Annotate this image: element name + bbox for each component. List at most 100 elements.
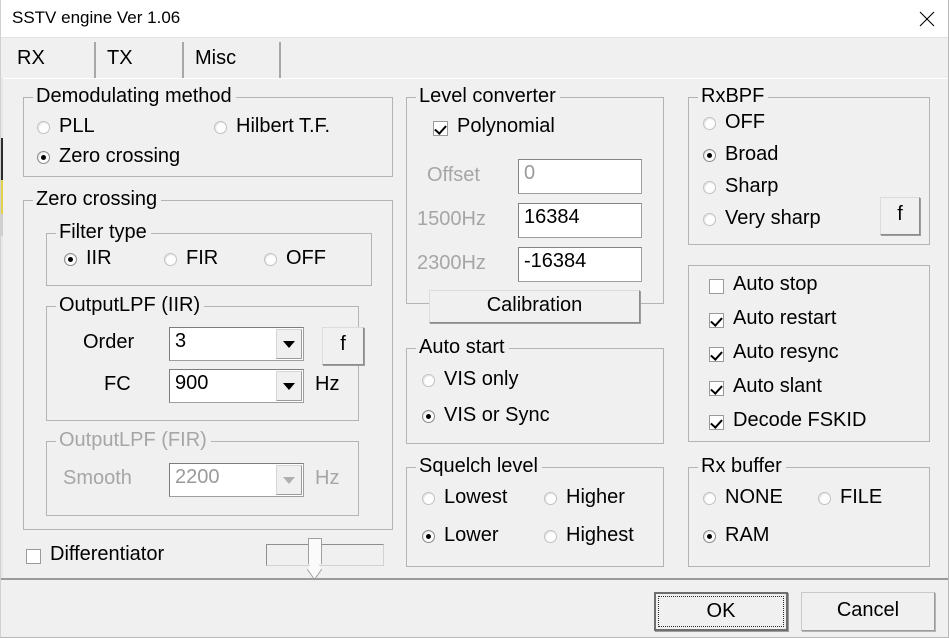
window-title: SSTV engine Ver 1.06 bbox=[12, 8, 181, 27]
checkbox-auto-resync-label: Auto resync bbox=[733, 341, 839, 363]
radio-rxbuffer-file-label: FILE bbox=[840, 486, 883, 508]
radio-squelch-lower-label: Lower bbox=[444, 524, 499, 546]
group-squelch-level-legend: Squelch level bbox=[416, 455, 542, 477]
close-icon-glyph bbox=[919, 11, 935, 27]
ok-button-focus-ring bbox=[658, 596, 784, 627]
label-order: Order bbox=[83, 331, 135, 353]
f-button-iir[interactable]: f bbox=[322, 327, 364, 365]
label-1500hz: 1500Hz bbox=[417, 208, 486, 230]
chevron-down-icon[interactable] bbox=[276, 371, 302, 401]
label-2300hz: 2300Hz bbox=[417, 252, 486, 274]
radio-pll-indicator bbox=[37, 121, 50, 134]
checkbox-decode-fskid-indicator bbox=[709, 415, 724, 430]
group-demodulating-method-legend: Demodulating method bbox=[33, 85, 236, 107]
group-rx-buffer: Rx buffer NONE FILE RAM bbox=[688, 455, 930, 567]
radio-squelch-lowest-label: Lowest bbox=[444, 486, 508, 508]
checkbox-auto-restart-label: Auto restart bbox=[733, 307, 837, 329]
input-offset-value: 0 bbox=[524, 162, 536, 184]
radio-filter-off-indicator bbox=[264, 253, 277, 266]
combo-fc[interactable]: 900 bbox=[169, 369, 304, 403]
cancel-button-label: Cancel bbox=[836, 599, 900, 621]
radio-squelch-higher-label: Higher bbox=[566, 486, 625, 508]
group-auto-start-legend: Auto start bbox=[416, 336, 509, 358]
group-output-lpf-fir-legend: OutputLPF (FIR) bbox=[56, 429, 211, 451]
combo-order[interactable]: 3 bbox=[169, 327, 304, 361]
radio-vis-only-label: VIS only bbox=[444, 368, 519, 390]
radio-filter-iir-label: IIR bbox=[86, 247, 112, 269]
radio-hilbert-tf-label: Hilbert T.F. bbox=[236, 115, 331, 137]
tab-strip: RX TX Misc bbox=[6, 40, 945, 78]
sstv-engine-window: SSTV engine Ver 1.06 RX TX Misc Demodula… bbox=[0, 0, 949, 638]
radio-rxbpf-off-indicator bbox=[703, 117, 716, 130]
tab-rx-label: RX bbox=[17, 47, 45, 69]
group-filter-type-legend: Filter type bbox=[56, 221, 151, 243]
tab-rx[interactable]: RX bbox=[6, 42, 96, 78]
radio-filter-iir-indicator bbox=[64, 253, 77, 266]
radio-filter-fir-label: FIR bbox=[186, 247, 219, 269]
f-button-iir-label: f bbox=[340, 333, 346, 355]
cancel-button[interactable]: Cancel bbox=[801, 592, 935, 631]
checkbox-auto-resync-indicator bbox=[709, 347, 724, 362]
calibration-button[interactable]: Calibration bbox=[429, 290, 640, 323]
group-zero-crossing-legend: Zero crossing bbox=[33, 188, 162, 210]
group-rxbpf: RxBPF OFF Broad Sharp Very sharp f bbox=[688, 85, 930, 245]
radio-squelch-highest-label: Highest bbox=[566, 524, 634, 546]
radio-rxbpf-very-sharp-label: Very sharp bbox=[725, 207, 821, 229]
radio-rxbpf-very-sharp-indicator bbox=[703, 213, 716, 226]
input-1500hz[interactable]: 16384 bbox=[518, 203, 642, 238]
group-level-converter: Level converter Polynomial Offset 0 1500… bbox=[406, 85, 664, 304]
combo-order-value: 3 bbox=[175, 330, 187, 352]
radio-rxbpf-off-label: OFF bbox=[725, 111, 765, 133]
slider-differentiator-thumb[interactable] bbox=[308, 538, 322, 564]
tab-misc[interactable]: Misc bbox=[184, 42, 281, 78]
group-output-lpf-fir: OutputLPF (FIR) Smooth 2200 Hz bbox=[46, 429, 359, 516]
radio-squelch-lower-indicator bbox=[422, 530, 435, 543]
input-2300hz[interactable]: -16384 bbox=[518, 247, 642, 282]
radio-rxbuffer-ram-indicator bbox=[703, 530, 716, 543]
label-offset: Offset bbox=[427, 164, 480, 186]
label-smooth: Smooth bbox=[63, 467, 132, 489]
label-smooth-unit: Hz bbox=[315, 467, 340, 489]
input-offset[interactable]: 0 bbox=[518, 159, 642, 194]
radio-squelch-lowest-indicator bbox=[422, 492, 435, 505]
radio-zero-crossing-indicator bbox=[37, 151, 50, 164]
group-zero-crossing: Zero crossing Filter type IIR FIR OFF Ou… bbox=[23, 188, 393, 530]
radio-zero-crossing-label: Zero crossing bbox=[59, 145, 181, 167]
group-rxbpf-legend: RxBPF bbox=[698, 85, 769, 107]
radio-rxbuffer-none-indicator bbox=[703, 492, 716, 505]
close-icon[interactable] bbox=[904, 0, 948, 36]
chevron-down-icon[interactable] bbox=[276, 329, 302, 359]
checkbox-differentiator-indicator bbox=[26, 549, 41, 564]
radio-filter-off-label: OFF bbox=[286, 247, 326, 269]
checkbox-decode-fskid-label: Decode FSKID bbox=[733, 409, 867, 431]
label-fc: FC bbox=[104, 373, 131, 395]
tab-tx-label: TX bbox=[107, 47, 133, 69]
group-output-lpf-iir-legend: OutputLPF (IIR) bbox=[56, 294, 205, 316]
checkbox-auto-slant-indicator bbox=[709, 381, 724, 396]
radio-vis-only-indicator bbox=[422, 374, 435, 387]
checkbox-auto-restart-indicator bbox=[709, 313, 724, 328]
f-button-rxbpf[interactable]: f bbox=[880, 197, 920, 235]
combo-fc-value: 900 bbox=[175, 372, 209, 394]
group-rx-buffer-legend: Rx buffer bbox=[698, 455, 786, 477]
radio-rxbuffer-file-indicator bbox=[818, 492, 831, 505]
checkbox-auto-stop-label: Auto stop bbox=[733, 273, 818, 295]
window-edge-stripe bbox=[1, 78, 3, 578]
input-2300hz-value: -16384 bbox=[524, 250, 587, 272]
tab-misc-label: Misc bbox=[195, 47, 237, 69]
title-bar: SSTV engine Ver 1.06 bbox=[1, 0, 948, 38]
radio-rxbpf-sharp-label: Sharp bbox=[725, 175, 779, 197]
calibration-button-label: Calibration bbox=[486, 294, 583, 316]
group-squelch-level: Squelch level Lowest Higher Lower Highes… bbox=[406, 455, 664, 567]
group-auto-start: Auto start VIS only VIS or Sync bbox=[406, 336, 664, 444]
checkbox-auto-stop-indicator bbox=[709, 279, 724, 294]
input-1500hz-value: 16384 bbox=[524, 206, 580, 228]
radio-pll-label: PLL bbox=[59, 115, 95, 137]
f-button-rxbpf-label: f bbox=[897, 203, 903, 225]
slider-differentiator[interactable] bbox=[266, 538, 384, 574]
radio-rxbuffer-none-label: NONE bbox=[725, 486, 783, 508]
group-filter-type: Filter type IIR FIR OFF bbox=[46, 221, 372, 286]
tab-tx[interactable]: TX bbox=[96, 42, 184, 78]
ok-button[interactable]: OK bbox=[654, 592, 788, 631]
radio-rxbuffer-ram-label: RAM bbox=[725, 524, 770, 546]
